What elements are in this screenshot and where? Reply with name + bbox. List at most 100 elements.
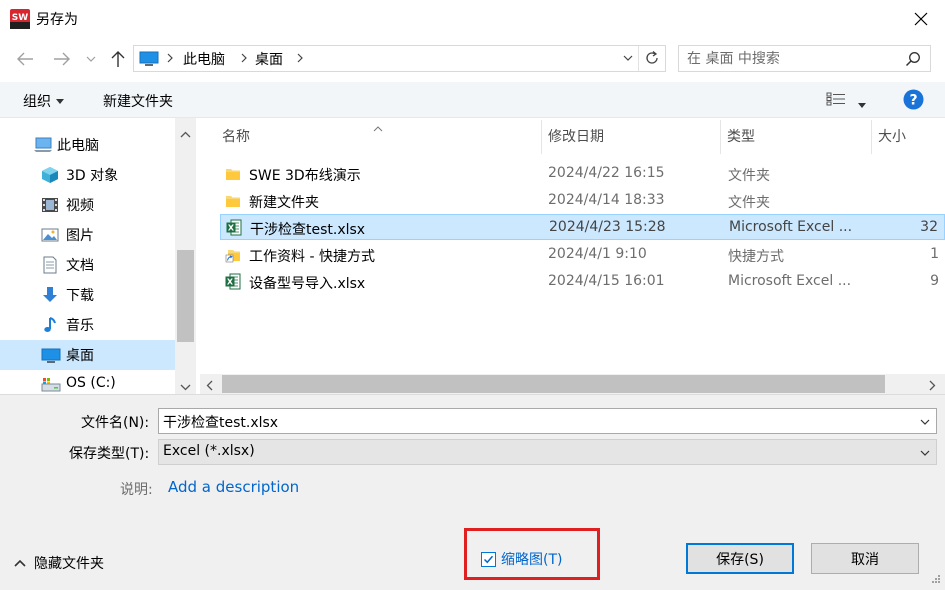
close-button[interactable] bbox=[902, 4, 940, 34]
checkbox-box[interactable] bbox=[481, 551, 496, 567]
chevron-down-icon[interactable] bbox=[180, 379, 191, 395]
folder-icon bbox=[225, 192, 241, 209]
music-icon bbox=[41, 316, 59, 334]
computer-icon bbox=[139, 51, 159, 71]
thumbnail-checkbox[interactable]: 缩略图(T) bbox=[481, 549, 562, 569]
view-options-dropdown[interactable] bbox=[858, 96, 866, 112]
computer-icon bbox=[33, 136, 52, 154]
chevron-down-icon[interactable] bbox=[918, 415, 932, 429]
search-icon[interactable] bbox=[905, 51, 921, 71]
nav-item-os-drive[interactable]: OS (C:) bbox=[0, 370, 175, 394]
excel-icon: X bbox=[225, 273, 241, 290]
nav-label: 视频 bbox=[66, 198, 94, 214]
nav-item-this-pc[interactable]: 此电脑 bbox=[0, 130, 175, 160]
search-input[interactable] bbox=[687, 49, 897, 69]
filetype-select[interactable]: Excel (*.xlsx) bbox=[158, 439, 937, 465]
app-icon-text: SW bbox=[12, 13, 28, 23]
caret-down-icon bbox=[56, 98, 64, 104]
nav-label: 下载 bbox=[66, 288, 94, 304]
description-label: 说明: bbox=[120, 482, 153, 498]
file-row[interactable]: 新建文件夹 2024/4/14 18:33 文件夹 bbox=[220, 188, 945, 214]
thumbnail-label: 缩略图(T) bbox=[501, 552, 563, 568]
shortcut-folder-icon bbox=[225, 246, 241, 263]
breadcrumb-desktop[interactable]: 桌面 bbox=[255, 49, 283, 69]
file-row[interactable]: SWE 3D布线演示 2024/4/22 16:15 文件夹 bbox=[220, 161, 945, 187]
address-bar[interactable]: 此电脑 桌面 bbox=[133, 45, 666, 72]
file-row-selected[interactable]: X 干涉检查test.xlsx 2024/4/23 15:28 Microsof… bbox=[220, 214, 945, 240]
hide-folders-toggle[interactable]: 隐藏文件夹 bbox=[14, 553, 104, 573]
breadcrumb-chevron-icon bbox=[240, 50, 248, 70]
view-options-button[interactable] bbox=[826, 92, 846, 110]
nav-pane-scroll-thumb[interactable] bbox=[177, 250, 194, 342]
arrow-left-icon bbox=[17, 52, 33, 66]
nav-item-pictures[interactable]: 图片 bbox=[0, 220, 175, 250]
arrow-right-icon bbox=[54, 52, 70, 66]
document-icon bbox=[41, 256, 59, 274]
chevron-right-icon[interactable] bbox=[929, 379, 936, 395]
svg-text:?: ? bbox=[909, 93, 917, 109]
filename-combobox[interactable]: 干涉检查test.xlsx bbox=[158, 408, 937, 434]
resize-grip[interactable] bbox=[929, 574, 941, 590]
svg-text:X: X bbox=[227, 278, 234, 287]
folder-icon bbox=[225, 165, 241, 182]
chevron-down-icon[interactable] bbox=[918, 446, 932, 460]
desktop-icon bbox=[41, 346, 61, 364]
details-view-icon bbox=[826, 92, 845, 106]
title-bar bbox=[0, 0, 945, 38]
help-button[interactable]: ? bbox=[903, 89, 924, 114]
search-box[interactable] bbox=[678, 45, 931, 72]
column-header-type[interactable]: 类型 bbox=[727, 118, 755, 154]
filename-value[interactable]: 干涉检查test.xlsx bbox=[163, 412, 278, 432]
nav-item-downloads[interactable]: 下载 bbox=[0, 280, 175, 310]
nav-item-desktop[interactable]: 桌面 bbox=[0, 340, 175, 370]
address-history-dropdown[interactable] bbox=[622, 51, 634, 69]
column-divider[interactable] bbox=[541, 120, 542, 154]
file-row[interactable]: 工作资料 - 快捷方式 2024/4/1 9:10 快捷方式 1 bbox=[220, 242, 945, 268]
column-header-size[interactable]: 大小 bbox=[878, 118, 906, 154]
add-description-link[interactable]: Add a description bbox=[168, 478, 299, 496]
nav-label: 3D 对象 bbox=[66, 168, 119, 184]
file-row[interactable]: X 设备型号导入.xlsx 2024/4/15 16:01 Microsoft … bbox=[220, 269, 945, 295]
file-date: 2024/4/15 16:01 bbox=[548, 273, 665, 289]
file-type: 快捷方式 bbox=[728, 249, 784, 265]
cancel-button[interactable]: 取消 bbox=[811, 543, 919, 574]
organize-button[interactable]: 组织 bbox=[23, 91, 64, 111]
breadcrumb-chevron-icon[interactable] bbox=[296, 50, 304, 70]
chevron-up-icon[interactable] bbox=[180, 126, 191, 142]
file-date: 2024/4/23 15:28 bbox=[549, 219, 666, 235]
hide-folders-label: 隐藏文件夹 bbox=[34, 556, 104, 572]
cube-icon bbox=[41, 166, 59, 184]
help-icon: ? bbox=[903, 89, 924, 110]
nav-item-music[interactable]: 音乐 bbox=[0, 310, 175, 340]
back-button[interactable] bbox=[13, 47, 37, 71]
forward-button[interactable] bbox=[50, 47, 74, 71]
nav-item-documents[interactable]: 文档 bbox=[0, 250, 175, 280]
file-type: 文件夹 bbox=[728, 195, 770, 211]
nav-item-3d-objects[interactable]: 3D 对象 bbox=[0, 160, 175, 190]
file-type: 文件夹 bbox=[728, 168, 770, 184]
sort-ascending-icon bbox=[373, 120, 383, 136]
file-name: 工作资料 - 快捷方式 bbox=[249, 249, 375, 265]
file-list-scroll-thumb[interactable] bbox=[222, 375, 885, 393]
new-folder-button[interactable]: 新建文件夹 bbox=[103, 91, 173, 111]
nav-item-videos[interactable]: 视频 bbox=[0, 190, 175, 220]
nav-label: OS (C:) bbox=[66, 375, 116, 391]
up-button[interactable] bbox=[106, 47, 130, 71]
column-header-name[interactable]: 名称 bbox=[222, 118, 250, 154]
save-button[interactable]: 保存(S) bbox=[686, 543, 794, 574]
navigation-pane: 此电脑 3D 对象 视频 图片 文档 下载 音乐 桌面 OS (C:) bbox=[0, 118, 196, 394]
nav-label: 此电脑 bbox=[57, 138, 99, 154]
chevron-left-icon[interactable] bbox=[206, 379, 213, 395]
recent-locations-button[interactable] bbox=[82, 47, 100, 71]
download-icon bbox=[41, 286, 59, 304]
column-divider[interactable] bbox=[871, 120, 872, 154]
nav-label: 音乐 bbox=[66, 318, 94, 334]
column-divider[interactable] bbox=[720, 120, 721, 154]
breadcrumb-chevron-icon bbox=[166, 50, 174, 70]
window-title: 另存为 bbox=[36, 12, 78, 28]
refresh-button[interactable] bbox=[644, 50, 660, 70]
breadcrumb-this-pc[interactable]: 此电脑 bbox=[183, 49, 225, 69]
column-header-date[interactable]: 修改日期 bbox=[548, 118, 604, 154]
file-type: Microsoft Excel ... bbox=[729, 219, 853, 235]
file-name: 干涉检查test.xlsx bbox=[250, 222, 366, 238]
